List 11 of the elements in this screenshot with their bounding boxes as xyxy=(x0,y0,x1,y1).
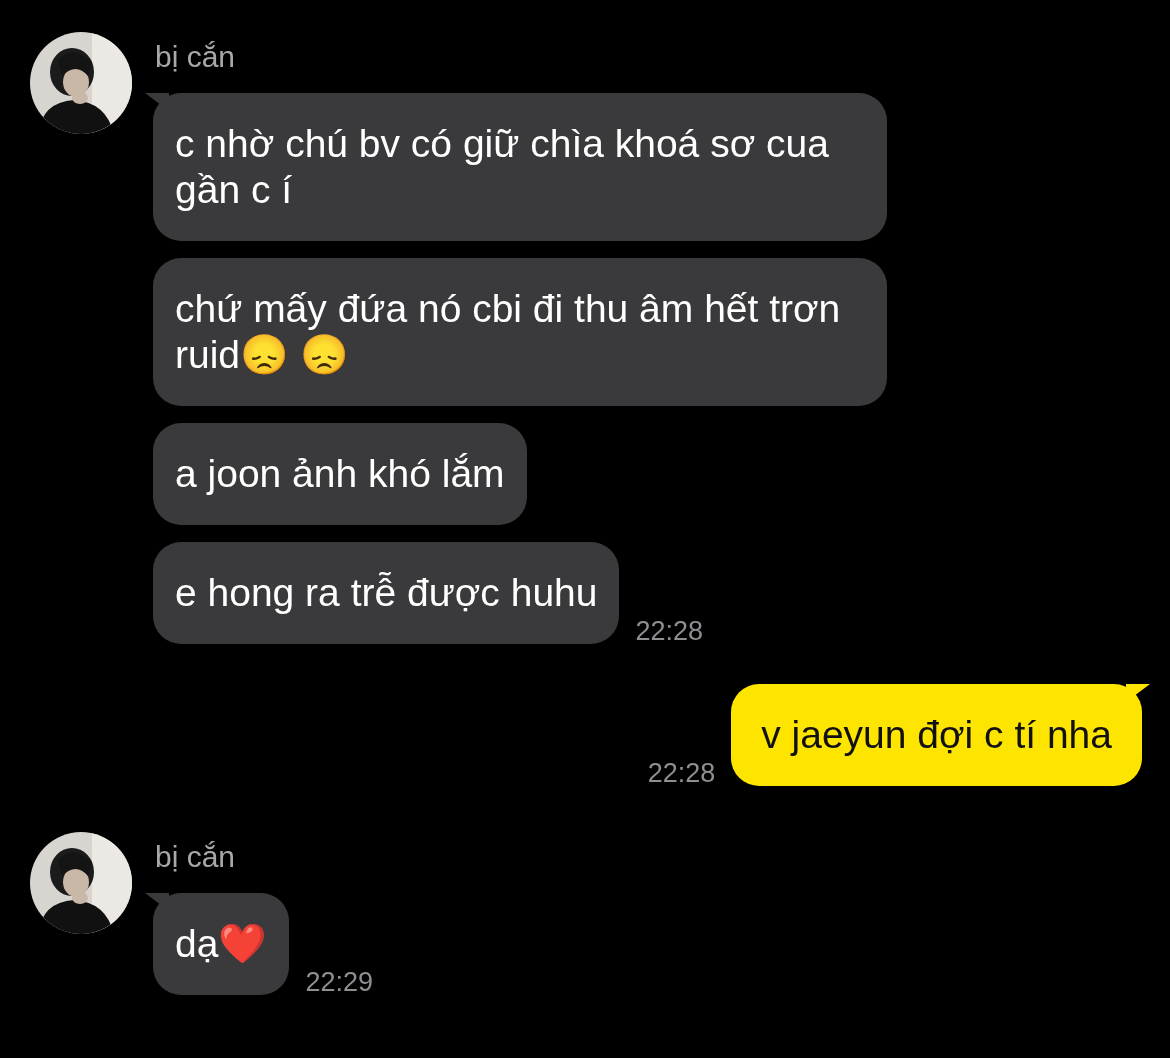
sender-name: bị cắn xyxy=(155,40,237,74)
message-bubble: chứ mấy đứa nó cbi đi thu âm hết trơn ruid😞 😞 xyxy=(153,258,887,406)
message-bubble: c nhờ chú bv có giữ chìa khoá sơ cua gần c í xyxy=(153,93,887,241)
message-bubble: a joon ảnh khó lắm xyxy=(153,423,527,525)
sender-name: bị cắn xyxy=(155,840,237,874)
timestamp: 22:28 xyxy=(635,616,704,646)
message-bubble: v jaeyun đợi c tí nha xyxy=(731,684,1142,786)
message-bubble: e hong ra trễ được huhu xyxy=(153,542,620,644)
timestamp: 22:29 xyxy=(305,967,373,997)
message-bubble: dạ❤ xyxy=(153,893,290,995)
timestamp: 22:28 xyxy=(647,758,716,788)
